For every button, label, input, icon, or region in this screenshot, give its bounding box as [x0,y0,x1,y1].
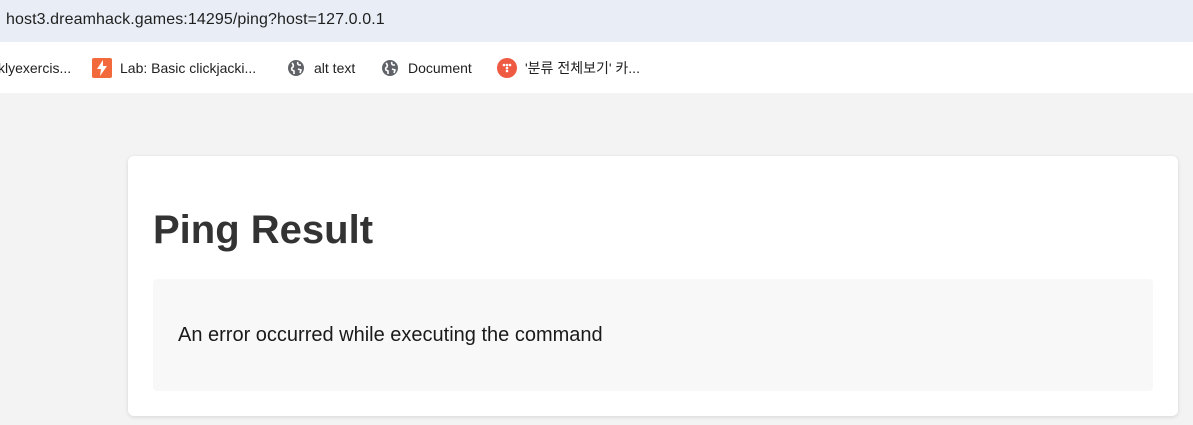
bookmark-label: Lab: Basic clickjacki... [120,60,257,76]
url-text[interactable]: host3.dreamhack.games:14295/ping?host=12… [6,11,385,29]
bookmarks-bar: klyexercis... Lab: Basic clickjacki... a… [0,42,1193,93]
result-box: An error occurred while executing the co… [153,279,1153,391]
tistory-icon [497,58,517,78]
bookmark-item[interactable]: klyexercis... [0,58,71,78]
portswigger-lab-icon [92,58,112,78]
bookmark-label: klyexercis... [0,60,72,76]
bookmark-label: '분류 전체보기' 카... [525,60,640,76]
globe-icon [380,58,400,78]
browser-address-bar[interactable]: host3.dreamhack.games:14295/ping?host=12… [0,0,1193,42]
page-content: Ping Result An error occurred while exec… [0,93,1193,425]
bookmark-item-document[interactable]: Document [380,58,472,78]
page-title: Ping Result [153,208,374,252]
bookmark-label: alt text [314,60,356,76]
error-message: An error occurred while executing the co… [178,324,603,346]
bookmark-item-tistory[interactable]: '분류 전체보기' 카... [497,58,640,78]
bookmark-label: Document [408,60,472,76]
globe-icon [286,58,306,78]
bookmark-item-alt-text[interactable]: alt text [286,58,355,78]
bookmark-item-lab[interactable]: Lab: Basic clickjacki... [92,58,256,78]
result-card: Ping Result An error occurred while exec… [128,156,1178,416]
